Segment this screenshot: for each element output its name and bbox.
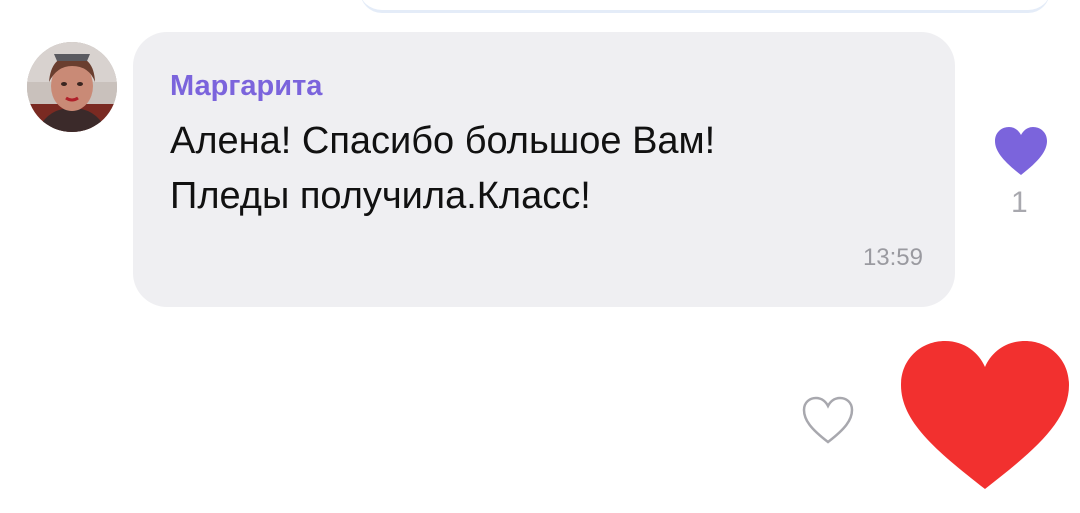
message-line: Алена! Спасибо большое Вам! [170, 120, 716, 162]
message-bubble[interactable]: Маргарита Алена! Спасибо большое Вам! Пл… [133, 32, 955, 307]
avatar-photo [27, 42, 117, 132]
sender-name[interactable]: Маргарита [170, 70, 322, 103]
heart-icon[interactable] [993, 125, 1049, 177]
heart-icon[interactable] [895, 335, 1075, 495]
message-line: Пледы получила.Класс! [170, 175, 591, 217]
chat-screen: Маргарита Алена! Спасибо большое Вам! Пл… [0, 0, 1080, 513]
reaction-count[interactable]: 1 [1011, 186, 1028, 220]
message-text: Алена! Спасибо большое Вам! Пледы получи… [170, 114, 930, 224]
avatar[interactable] [27, 42, 117, 132]
heart-outline-icon[interactable] [800, 394, 856, 446]
message-timestamp: 13:59 [862, 244, 923, 271]
previous-message-bubble [360, 0, 1050, 13]
